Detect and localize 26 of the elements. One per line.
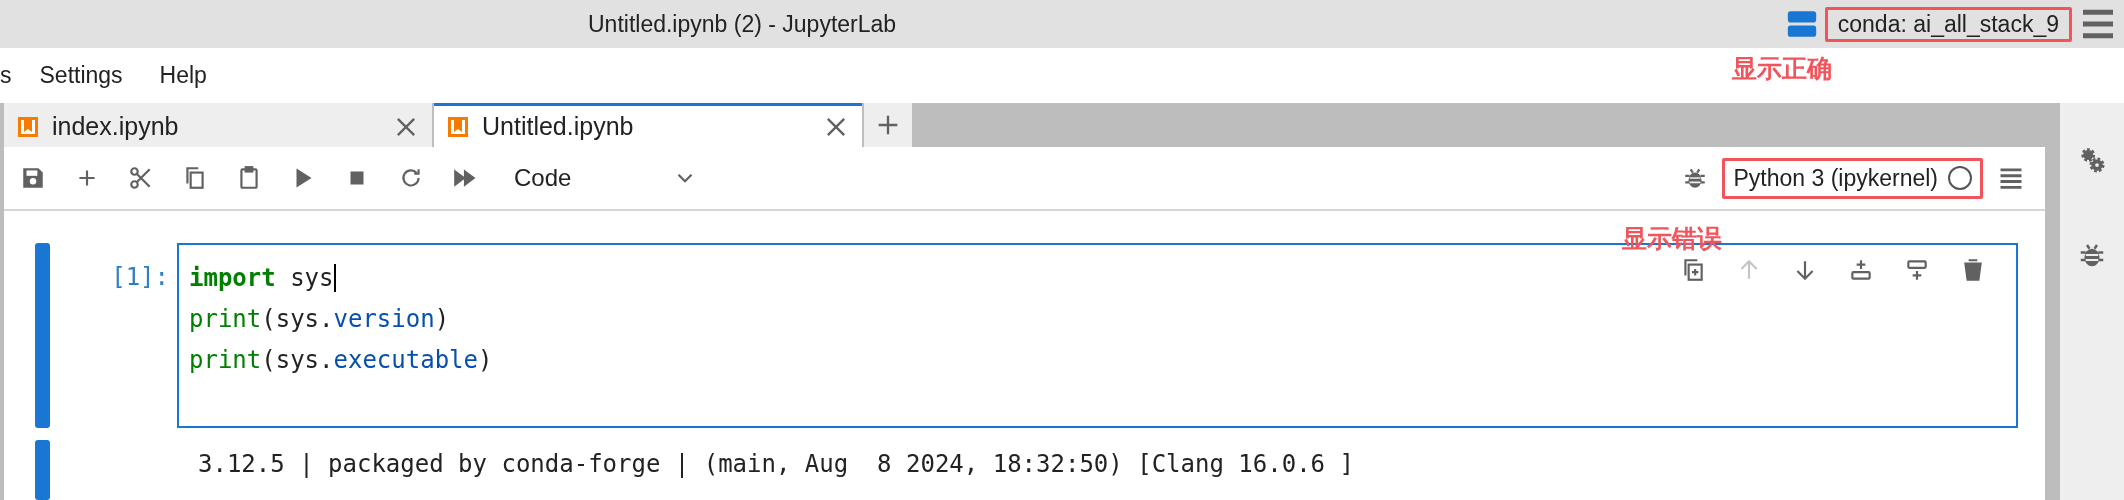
menu-item[interactable]: Settings — [39, 62, 123, 89]
menu-item[interactable]: s — [0, 62, 12, 89]
new-tab-button[interactable] — [864, 103, 912, 147]
insert-above-icon[interactable] — [1848, 257, 1874, 283]
tab-label: index.ipynb — [52, 112, 180, 141]
save-icon[interactable] — [20, 165, 46, 191]
notebook-icon — [16, 114, 40, 139]
notebook-tab[interactable]: Untitled.ipynb — [434, 103, 862, 147]
code-line: import sys — [189, 262, 337, 294]
tab-label: Untitled.ipynb — [482, 112, 635, 141]
notebook-icon — [446, 114, 470, 139]
insert-below-icon[interactable] — [1904, 257, 1930, 283]
code-line: print(sys.version) — [189, 303, 451, 335]
execution-count: [1]: — [110, 262, 170, 293]
annotation-text: 显示正确 — [1732, 53, 1832, 84]
kernel-name: Python 3 (ipykernel) — [1733, 164, 1938, 192]
menu-item[interactable]: Help — [159, 62, 207, 89]
output-text: 3.12.5 | packaged by conda-forge | (main, Aug 8 2024, 18:32:50) [Clang 16.0.6 ] — [198, 449, 1354, 480]
cell-collapser[interactable] — [35, 243, 50, 428]
window-title: Untitled.ipynb (2) - JupyterLab — [588, 10, 897, 38]
code-line: print(sys.executable) — [189, 344, 494, 376]
scrollbar[interactable] — [2045, 103, 2060, 500]
environment-label[interactable]: conda: ai_all_stack_9 — [1824, 6, 2072, 42]
kernel-selector[interactable]: Python 3 (ipykernel) — [1722, 157, 1983, 199]
cell-type-dropdown[interactable]: Code — [514, 164, 644, 192]
notebook-tab[interactable]: index.ipynb — [4, 103, 432, 147]
